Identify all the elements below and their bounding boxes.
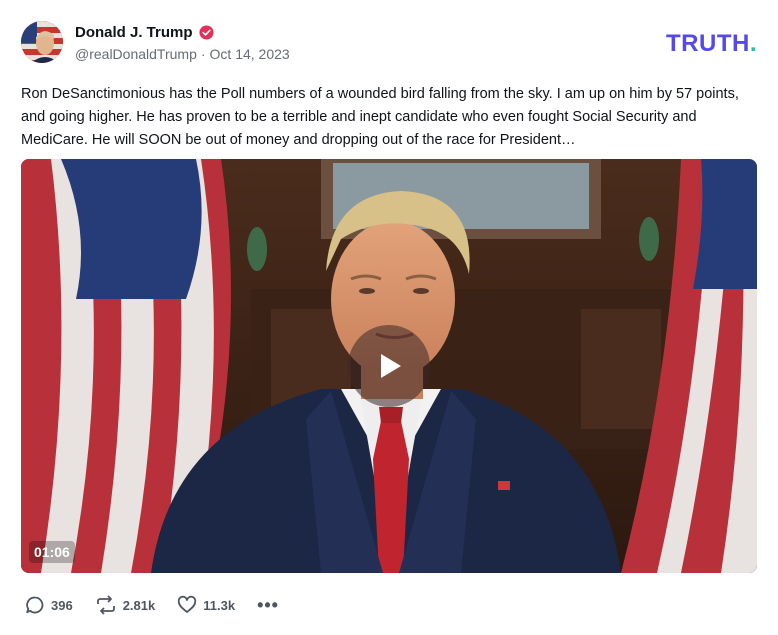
- more-icon[interactable]: •••: [257, 595, 279, 616]
- like-count: 11.3k: [203, 597, 236, 613]
- repost-icon: [96, 595, 115, 615]
- handle-row: @realDonaldTrump · Oct 14, 2023: [75, 46, 290, 62]
- avatar-image: [21, 21, 63, 63]
- reply-count: 396: [51, 597, 73, 613]
- post-text: Ron DeSanctimonious has the Poll numbers…: [21, 86, 739, 148]
- action-bar: 396 2.81k 11.3k •••: [25, 594, 279, 616]
- post-card: Donald J. Trump @realDonaldTrump · Oct 1…: [0, 0, 778, 635]
- comment-icon: [26, 596, 44, 614]
- avatar[interactable]: [21, 21, 63, 63]
- separator: ·: [200, 46, 206, 62]
- post-date[interactable]: Oct 14, 2023: [210, 46, 290, 62]
- like-button[interactable]: 11.3k: [177, 595, 235, 615]
- display-name[interactable]: Donald J. Trump: [75, 24, 193, 41]
- play-button[interactable]: [348, 325, 430, 407]
- video-player[interactable]: 01:06: [21, 159, 757, 573]
- retruth-count: 2.81k: [122, 597, 156, 613]
- logo-text: TRUTH: [666, 30, 750, 57]
- logo-dot: .: [749, 30, 757, 57]
- heart-icon: [178, 595, 197, 613]
- retruth-button[interactable]: 2.81k: [95, 595, 156, 615]
- handle[interactable]: @realDonaldTrump: [75, 46, 197, 62]
- video-duration: 01:06: [29, 541, 75, 563]
- truth-logo[interactable]: TRUTH.: [666, 30, 757, 58]
- verified-badge-icon: [198, 24, 214, 40]
- reply-button[interactable]: 396: [25, 595, 73, 615]
- play-icon: [381, 354, 401, 378]
- name-row: Donald J. Trump: [75, 22, 214, 42]
